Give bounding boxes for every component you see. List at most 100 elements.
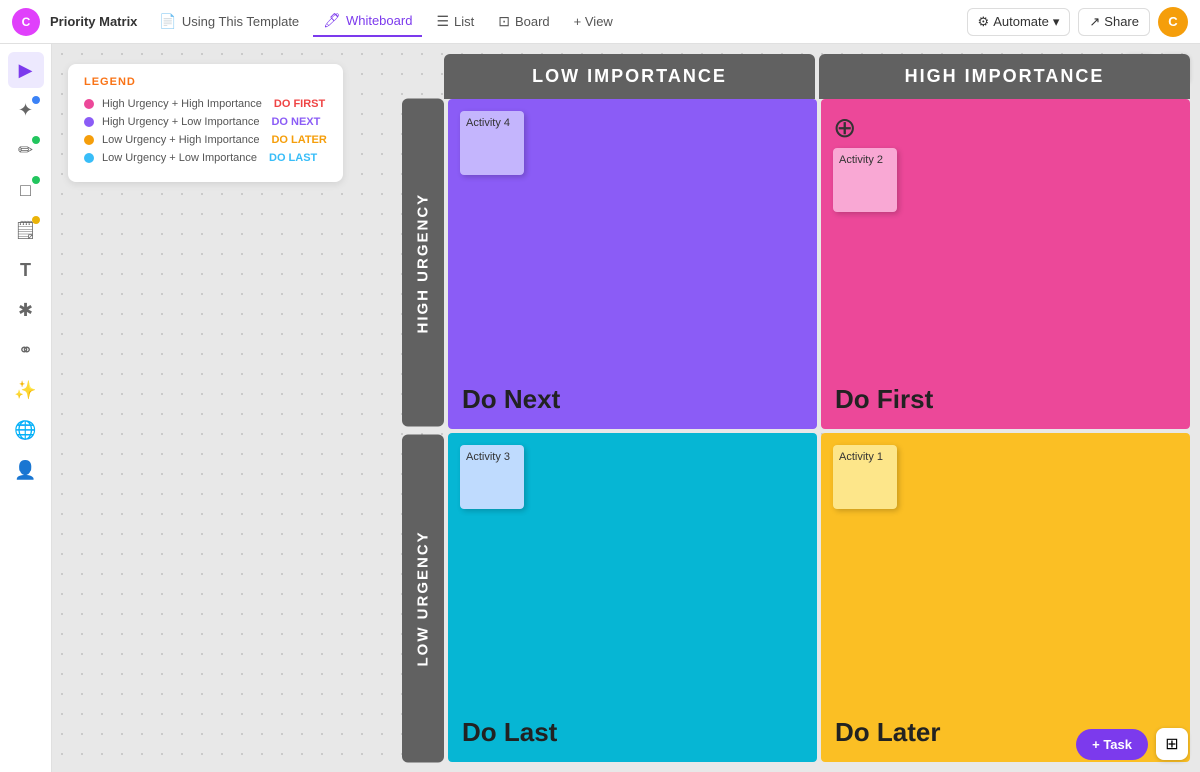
cell-do-later[interactable]: Activity 1 Do Later	[821, 433, 1190, 763]
add-task-button[interactable]: + Task	[1076, 729, 1148, 760]
legend-panel: LEGEND High Urgency + High Importance DO…	[68, 64, 343, 182]
share-button[interactable]: ↗ Share	[1078, 8, 1150, 36]
sidebar-item-ai[interactable]: ✦	[8, 92, 44, 128]
row-label-low: LOW URGENCY	[402, 435, 444, 763]
sidebar-item-pen[interactable]: ✏	[8, 132, 44, 168]
text-icon: T	[20, 260, 31, 281]
grid-icon: ⊞	[1165, 734, 1178, 754]
tab-list[interactable]: ☰ List	[426, 7, 484, 36]
sidebar-item-text[interactable]: T	[8, 252, 44, 288]
automate-label: Automate	[993, 14, 1049, 29]
ai-dot	[32, 96, 40, 104]
legend-dot-later	[84, 135, 94, 145]
rect-dot	[32, 176, 40, 184]
legend-label-next: High Urgency + Low Importance	[102, 116, 259, 128]
connect-icon: ⚭	[18, 340, 33, 361]
main-layout: ▶ ✦ ✏ □ 🗒 T ✱ ⚭ ✨ 🌐	[0, 44, 1200, 772]
automate-button[interactable]: ⚙ Automate ▾	[967, 8, 1071, 36]
col-header-high: HIGH IMPORTANCE	[819, 54, 1190, 99]
bottom-right-controls: + Task ⊞	[1076, 728, 1188, 760]
rect-icon: □	[20, 180, 31, 201]
task-button-label: + Task	[1092, 737, 1132, 752]
sidebar-item-sticky[interactable]: 🗒	[8, 212, 44, 248]
topnav-right: ⚙ Automate ▾ ↗ Share C	[967, 7, 1188, 37]
legend-dot-last	[84, 153, 94, 163]
pen-dot	[32, 136, 40, 144]
whiteboard-icon: 🖊	[323, 12, 341, 29]
legend-item-last: Low Urgency + Low Importance DO LAST	[84, 152, 327, 164]
cell-do-next[interactable]: Activity 4 Do Next	[448, 99, 817, 429]
sidebar-item-rect[interactable]: □	[8, 172, 44, 208]
legend-action-last: DO LAST	[269, 152, 317, 164]
matrix-body: HIGH URGENCY LOW URGENCY Activity 4 Do N…	[402, 99, 1190, 762]
legend-label-last: Low Urgency + Low Importance	[102, 152, 257, 164]
add-view-label: + View	[574, 14, 613, 29]
sidebar-item-cursor[interactable]: ▶	[8, 52, 44, 88]
sidebar-item-magic[interactable]: ✱	[8, 292, 44, 328]
left-sidebar: ▶ ✦ ✏ □ 🗒 T ✱ ⚭ ✨ 🌐	[0, 44, 52, 772]
app-title: Priority Matrix	[50, 14, 137, 29]
sticky-activity1[interactable]: Activity 1	[833, 445, 897, 509]
sticky-activity2[interactable]: Activity 2	[833, 148, 897, 212]
legend-item-later: Low Urgency + High Importance DO LATER	[84, 134, 327, 146]
col-header-low: LOW IMPORTANCE	[444, 54, 815, 99]
tab-whiteboard-label: Whiteboard	[346, 13, 412, 28]
user-avatar[interactable]: C	[1158, 7, 1188, 37]
legend-action-later: DO LATER	[271, 134, 326, 146]
tab-list-label: List	[454, 14, 474, 29]
legend-action-first: DO FIRST	[274, 98, 325, 110]
template-icon: 📄	[159, 13, 176, 30]
globe-icon: 🌐	[14, 420, 36, 441]
tab-template[interactable]: 📄 Using This Template	[149, 7, 309, 36]
topnav: C Priority Matrix 📄 Using This Template …	[0, 0, 1200, 44]
row-label-high: HIGH URGENCY	[402, 99, 444, 427]
grid-view-button[interactable]: ⊞	[1156, 728, 1188, 760]
logo-letter: C	[22, 15, 31, 29]
legend-item-next: High Urgency + Low Importance DO NEXT	[84, 116, 327, 128]
pen-icon: ✏	[18, 140, 33, 161]
share-icon: ↗	[1089, 14, 1100, 30]
cell-do-last[interactable]: Activity 3 Do Last	[448, 433, 817, 763]
sidebar-item-person[interactable]: 👤	[8, 452, 44, 488]
activity2-label: Activity 2	[839, 154, 883, 166]
legend-item-first: High Urgency + High Importance DO FIRST	[84, 98, 327, 110]
activity4-label: Activity 4	[466, 117, 510, 129]
cursor-icon: ▶	[19, 60, 33, 81]
tab-board-label: Board	[515, 14, 550, 29]
legend-dot-first	[84, 99, 94, 109]
tab-add-view[interactable]: + View	[564, 8, 623, 35]
magic-icon: ✱	[18, 300, 33, 321]
matrix-grid: Activity 4 Do Next ⊕ Activity 2	[448, 99, 1190, 762]
cell-label-do-first: Do First	[835, 384, 933, 415]
priority-matrix: LOW IMPORTANCE HIGH IMPORTANCE HIGH URGE…	[402, 54, 1190, 762]
legend-title: LEGEND	[84, 76, 327, 88]
alert-icon: ⊕	[833, 111, 1178, 144]
list-icon: ☰	[436, 13, 449, 30]
board-icon: ⊡	[498, 13, 510, 30]
sticky-activity4[interactable]: Activity 4	[460, 111, 524, 175]
sticky-activity3[interactable]: Activity 3	[460, 445, 524, 509]
share-label: Share	[1104, 14, 1139, 29]
star-icon: ✨	[14, 380, 36, 401]
matrix-col-headers: LOW IMPORTANCE HIGH IMPORTANCE	[444, 54, 1190, 99]
legend-label-later: Low Urgency + High Importance	[102, 134, 259, 146]
activity3-label: Activity 3	[466, 451, 510, 463]
legend-dot-next	[84, 117, 94, 127]
tab-board[interactable]: ⊡ Board	[488, 7, 559, 36]
person-icon: 👤	[14, 460, 36, 481]
cell-label-do-next: Do Next	[462, 384, 560, 415]
canvas-area[interactable]: LEGEND High Urgency + High Importance DO…	[52, 44, 1200, 772]
legend-action-next: DO NEXT	[271, 116, 320, 128]
sidebar-item-globe[interactable]: 🌐	[8, 412, 44, 448]
tab-whiteboard[interactable]: 🖊 Whiteboard	[313, 6, 422, 37]
sidebar-item-star[interactable]: ✨	[8, 372, 44, 408]
activity1-label: Activity 1	[839, 451, 883, 463]
cell-label-do-later: Do Later	[835, 717, 940, 748]
cell-label-do-last: Do Last	[462, 717, 557, 748]
app-logo: C	[12, 8, 40, 36]
cell-do-first[interactable]: ⊕ Activity 2 Do First	[821, 99, 1190, 429]
automate-chevron-icon: ▾	[1053, 14, 1060, 30]
legend-label-first: High Urgency + High Importance	[102, 98, 262, 110]
sidebar-item-connect[interactable]: ⚭	[8, 332, 44, 368]
canvas-background: LEGEND High Urgency + High Importance DO…	[52, 44, 1200, 772]
